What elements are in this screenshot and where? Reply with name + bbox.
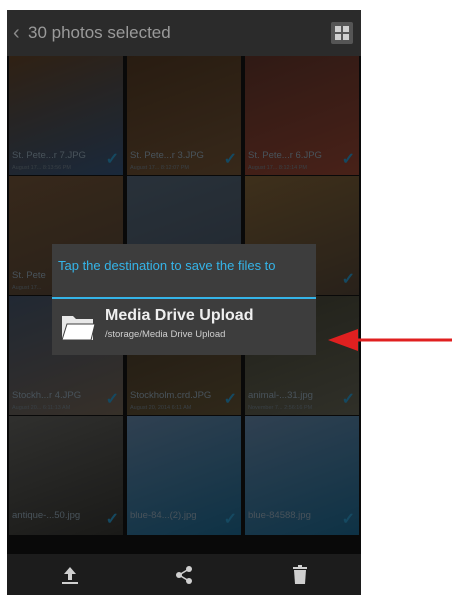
annotation-arrow — [328, 329, 452, 351]
dialog-divider — [52, 297, 316, 299]
destination-path: /storage/Media Drive Upload — [105, 329, 226, 340]
trash-icon[interactable] — [285, 562, 315, 588]
selection-title: 30 photos selected — [28, 23, 171, 42]
phone-screen: ‹ 30 photos selected St. Pete...r 7.JPGA… — [7, 10, 361, 595]
bottom-toolbar — [7, 554, 361, 595]
folder-icon — [61, 316, 96, 341]
destination-dialog: Tap the destination to save the files to… — [52, 244, 316, 355]
dialog-title: Tap the destination to save the files to — [58, 258, 276, 273]
chevron-left-icon[interactable]: ‹ — [13, 22, 23, 45]
action-bar: ‹ 30 photos selected — [7, 10, 361, 56]
upload-icon[interactable] — [55, 562, 85, 588]
share-icon[interactable] — [169, 562, 199, 588]
destination-name: Media Drive Upload — [105, 307, 254, 324]
destination-media-drive-upload[interactable]: Media Drive Upload /storage/Media Drive … — [52, 300, 316, 355]
grid-view-icon[interactable] — [331, 22, 353, 44]
